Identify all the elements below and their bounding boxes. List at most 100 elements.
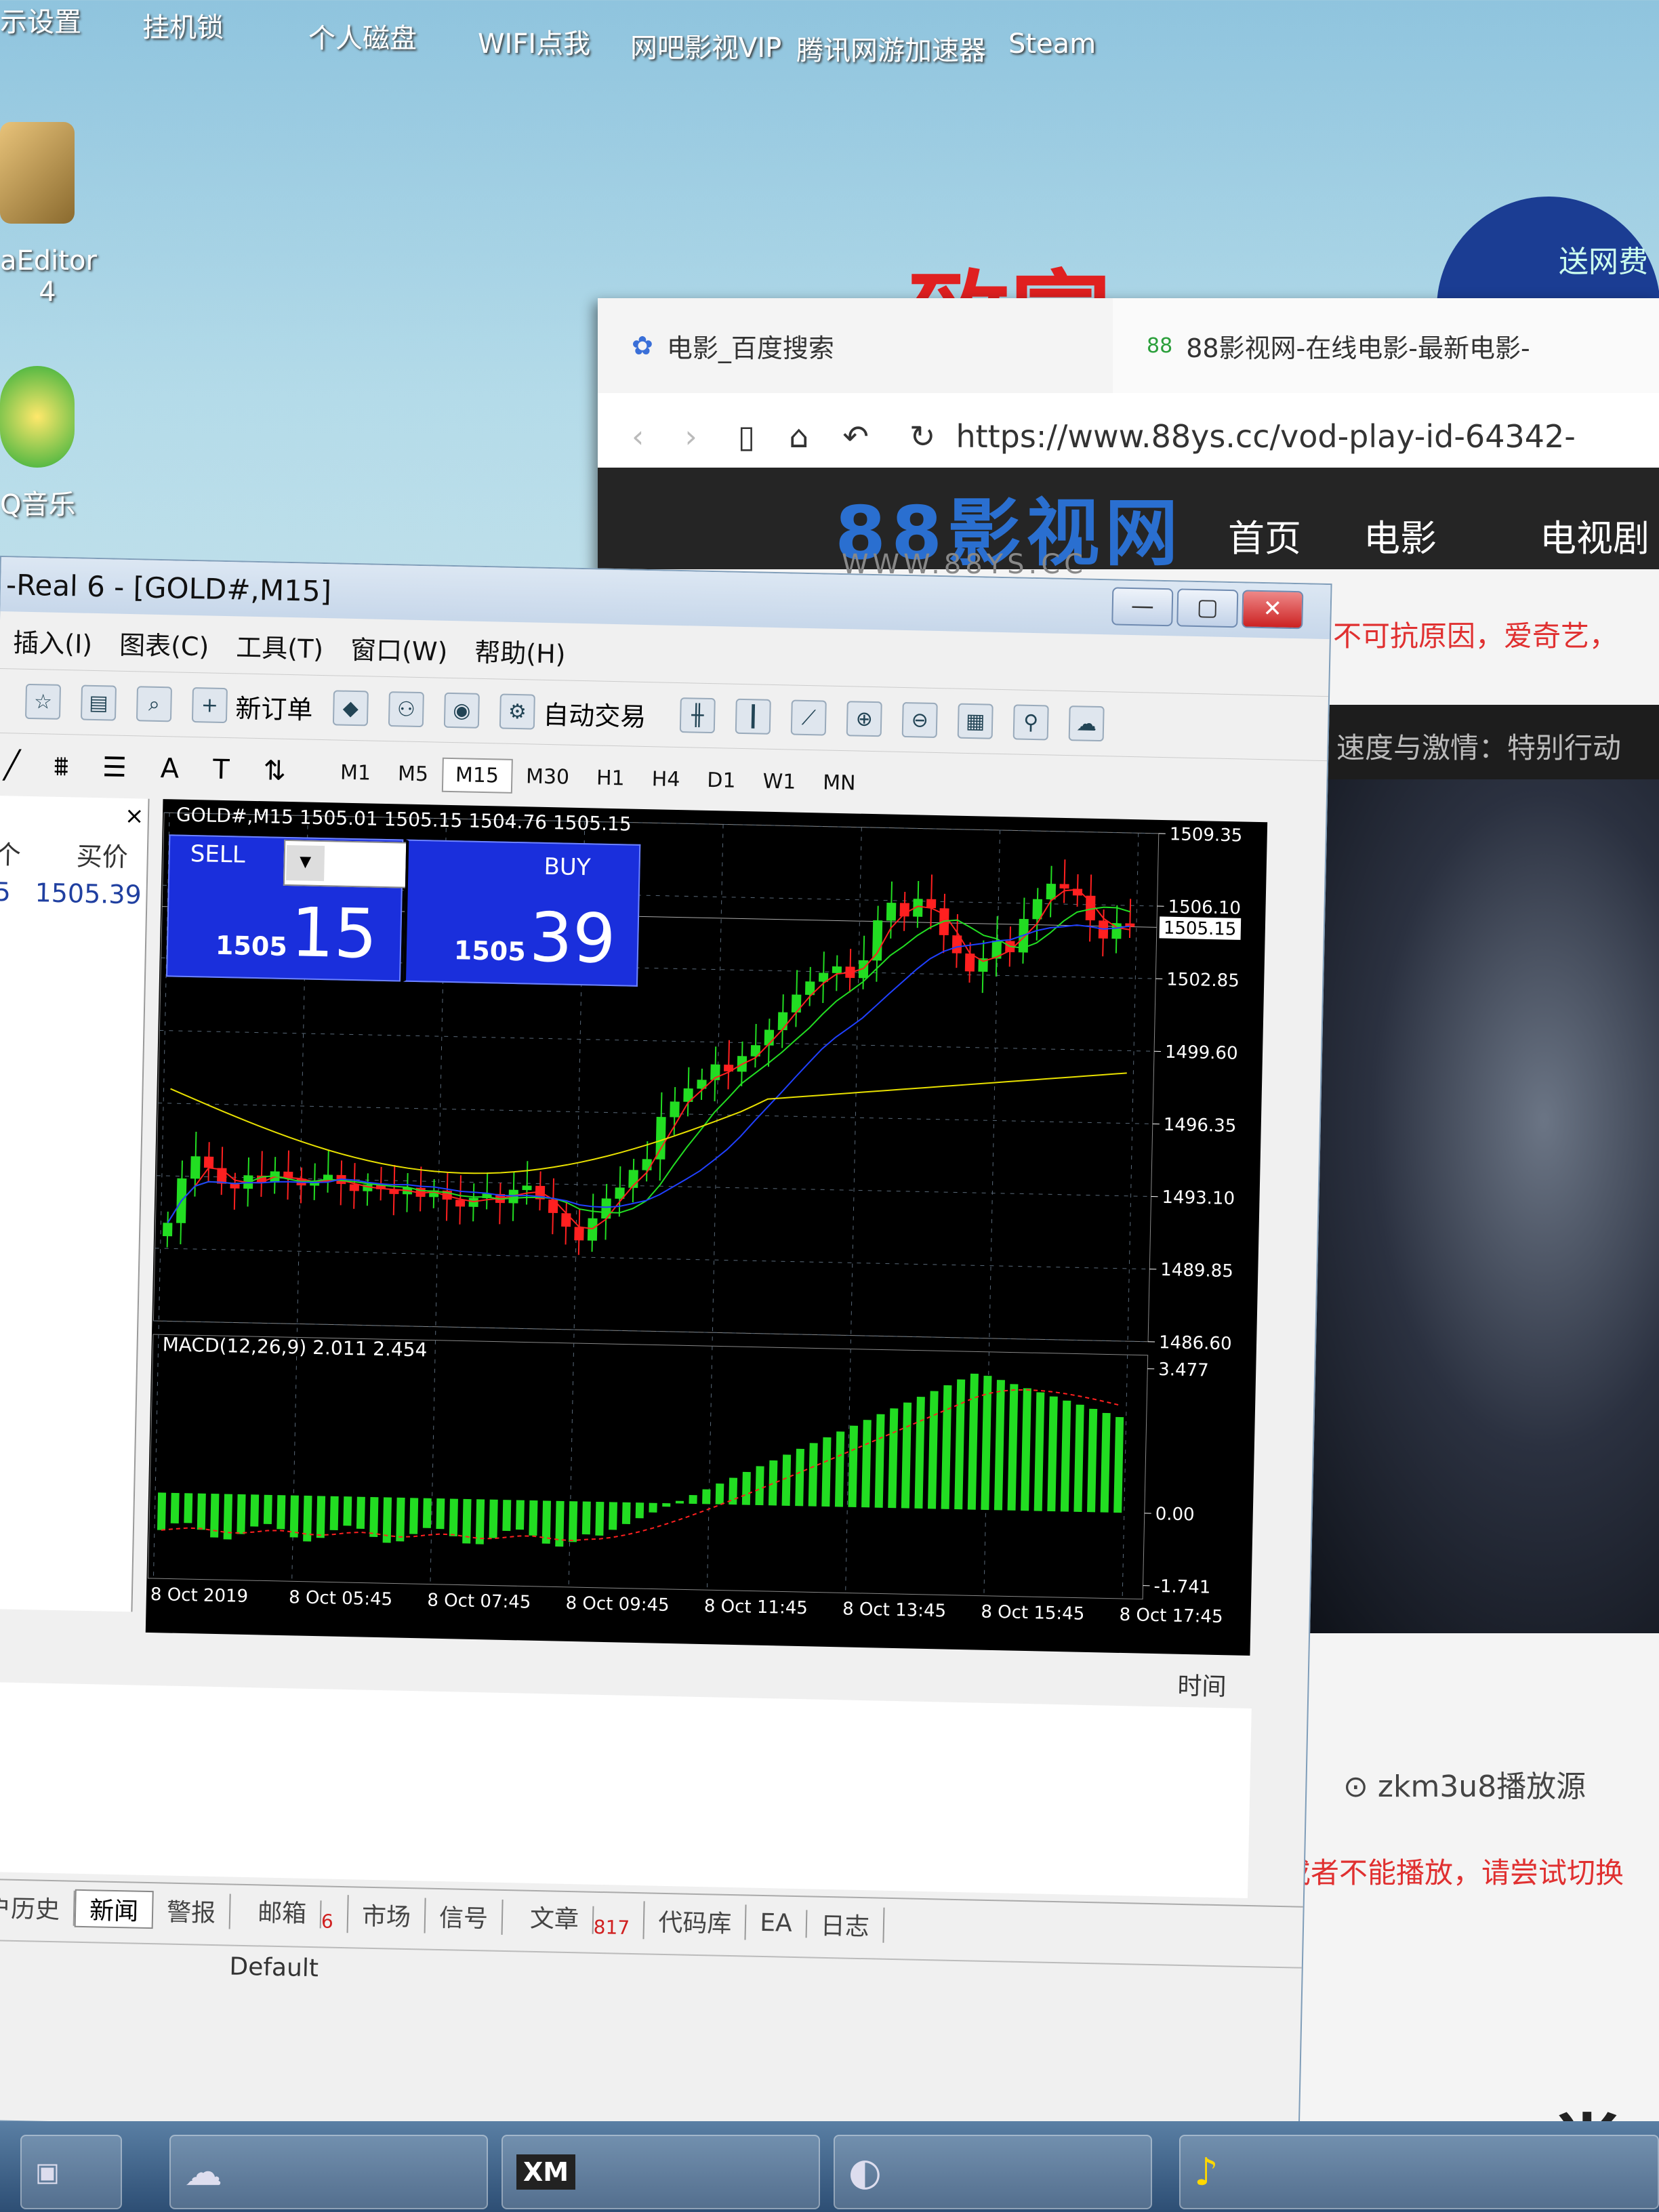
zoom-in-icon[interactable]: ⊕ (846, 701, 882, 737)
nav-home[interactable]: 首页 (1228, 508, 1301, 562)
tab-alerts[interactable]: 警报 (152, 1892, 231, 1929)
maximize-button[interactable]: ▢ (1176, 588, 1239, 628)
desktop-icon-music[interactable]: Q音乐 (0, 483, 75, 522)
task-browser[interactable]: ◐ (834, 2135, 1152, 2209)
desktop-icon-accelerator[interactable]: 腾讯网游加速器 (796, 28, 986, 68)
fibo-tool-icon[interactable]: ⩩ (54, 751, 68, 782)
paw-icon: ✿ (632, 331, 653, 361)
tab-market[interactable]: 市场 (348, 1896, 426, 1933)
desktop-icon-editor[interactable]: aEditor 4 (0, 245, 97, 308)
menu-window[interactable]: 窗口(W) (350, 628, 448, 668)
tf-m5[interactable]: M5 (384, 756, 443, 792)
bookmark-icon[interactable]: ▯ (738, 418, 755, 455)
tab-articles[interactable]: 文章 817 (502, 1898, 646, 1940)
tf-w1[interactable]: W1 (749, 764, 810, 800)
line-chart-icon[interactable]: ⟋ (790, 699, 827, 736)
data-window-icon[interactable]: ⌕ (136, 686, 173, 722)
metaeditor-icon[interactable]: ◆ (332, 690, 369, 726)
editor-app-icon[interactable] (0, 122, 75, 224)
task-explorer[interactable]: ▣ (20, 2135, 122, 2209)
signal-icon[interactable]: ◉ (443, 692, 480, 729)
minimize-button[interactable]: — (1111, 587, 1174, 627)
panel-close-icon[interactable]: × (125, 802, 144, 830)
macd-bar (1073, 1404, 1084, 1512)
tile-windows-icon[interactable]: ▦ (957, 703, 994, 739)
tab-codebase[interactable]: 代码库 (644, 1902, 747, 1940)
tf-h1[interactable]: H1 (583, 760, 639, 796)
desktop-icon-steam[interactable]: Steam (1008, 28, 1096, 60)
menu-charts[interactable]: 图表(C) (119, 623, 209, 663)
text-tool-icon[interactable]: A (160, 753, 179, 785)
favorites-icon[interactable]: ☆ (24, 683, 62, 720)
close-button[interactable]: ✕ (1242, 590, 1304, 630)
desktop-icon-lock[interactable]: 挂机锁 (142, 5, 224, 45)
sell-button[interactable]: SELL (190, 840, 245, 869)
menu-insert[interactable]: 插入(I) (13, 621, 93, 660)
task-xm[interactable]: XM (501, 2135, 820, 2209)
tab-journal[interactable]: 日志 (806, 1906, 885, 1943)
tf-m1[interactable]: M1 (327, 755, 385, 791)
desktop-icon-vip[interactable]: 网吧影视VIP (630, 26, 781, 65)
tab-ea[interactable]: EA (745, 1908, 808, 1938)
candle-wick (499, 1183, 501, 1225)
video-player[interactable] (1275, 779, 1659, 1633)
new-order-icon[interactable]: + (191, 687, 228, 724)
macd-bar (276, 1495, 286, 1530)
lot-down-icon[interactable]: ▼ (286, 844, 325, 882)
tab-news[interactable]: 新闻 (74, 1889, 154, 1929)
task-music[interactable]: ♪ (1179, 2135, 1659, 2209)
chat-icon[interactable]: ☁ (1068, 705, 1105, 742)
macd-bar (568, 1501, 578, 1542)
autotrade-icon[interactable]: ⚙ (499, 693, 535, 730)
mail-count-badge: 6 (321, 1910, 334, 1933)
refresh-icon[interactable]: ↻ (909, 418, 936, 455)
desktop-icon-wifi[interactable]: WIFI点我 (478, 22, 590, 61)
nav-tv[interactable]: 电视剧 (1540, 508, 1650, 562)
home-icon[interactable]: ⌂ (789, 418, 808, 455)
market-watch-icon[interactable]: ▤ (80, 684, 117, 721)
tab-label: 88影视网-在线电影-最新电影- (1186, 333, 1530, 363)
arrow-tool-icon[interactable]: ⇅ (263, 755, 286, 787)
autotrade-button[interactable]: 自动交易 (543, 693, 647, 733)
buy-panel[interactable]: BUY 1505 39 (403, 839, 641, 987)
bar-chart-icon[interactable]: ╫ (679, 697, 716, 734)
url-field[interactable]: https://www.88ys.cc/vod-play-id-64342- (956, 418, 1575, 455)
tf-m30[interactable]: M30 (512, 758, 583, 794)
time-tick-label: 8 Oct 05:45 (289, 1587, 393, 1610)
line-tool-icon[interactable]: ╱ (3, 750, 20, 781)
buy-button[interactable]: BUY (544, 853, 591, 881)
tab-mailbox[interactable]: 邮箱 6 (230, 1892, 349, 1933)
music-icon: ♪ (1194, 2150, 1218, 2194)
desktop-icon-settings[interactable]: 示设置 (0, 0, 81, 39)
tf-d1[interactable]: D1 (693, 762, 750, 798)
back-icon[interactable]: ‹ (632, 418, 644, 455)
menu-help[interactable]: 帮助(H) (474, 631, 566, 670)
forward-icon[interactable]: › (684, 418, 697, 455)
macd-tick-label: 3.477 (1158, 1359, 1209, 1381)
qq-music-icon[interactable] (0, 366, 75, 468)
candle-body (230, 1183, 240, 1189)
tab-88ys[interactable]: 88 88影视网-在线电影-最新电影- (1113, 298, 1659, 393)
tab-signals[interactable]: 信号 (425, 1898, 504, 1935)
channel-tool-icon[interactable]: ☰ (102, 752, 127, 783)
label-tool-icon[interactable]: T (213, 754, 230, 786)
terminal-icon[interactable]: ⚇ (388, 691, 424, 728)
nav-movies[interactable]: 电影 (1364, 508, 1437, 562)
tf-h4[interactable]: H4 (638, 761, 694, 797)
tab-baidu[interactable]: ✿ 电影_百度搜索 (598, 298, 1086, 393)
task-weiyun[interactable]: ☁ (169, 2135, 488, 2209)
menu-tools[interactable]: 工具(T) (236, 626, 324, 665)
new-order-button[interactable]: 新订单 (235, 687, 313, 726)
search-icon[interactable]: ⚲ (1012, 704, 1049, 741)
tab-history[interactable]: 户历史 (0, 1888, 75, 1926)
gold-m15-chart[interactable]: 1509.35 1506.10 1502.85 1499.60 1496.35 1493.… (145, 799, 1268, 1656)
candle-chart-icon[interactable]: ┃ (735, 698, 771, 735)
play-source-button[interactable]: ⊙ zkm3u8播放源 (1343, 1762, 1586, 1805)
desktop-icon-disk[interactable]: 个人磁盘 (308, 16, 417, 56)
tf-m15[interactable]: M15 (441, 757, 513, 794)
macd-bar (954, 1379, 966, 1510)
buy-price-prefix: 1505 (453, 935, 527, 967)
tf-mn[interactable]: MN (809, 765, 869, 801)
zoom-out-icon[interactable]: ⊖ (901, 701, 938, 739)
undo-icon[interactable]: ↶ (842, 418, 869, 455)
